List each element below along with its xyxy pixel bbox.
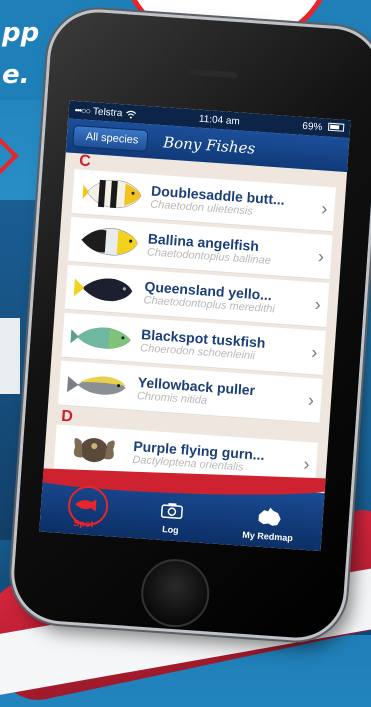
page-title: Bony Fishes	[162, 133, 256, 158]
phone-frame: •••○○ Telstra 11:04 am 69% All species B…	[11, 9, 371, 641]
chevron-right-icon: ›	[307, 389, 315, 410]
fish-thumbnail	[54, 426, 135, 471]
clock: 11:04 am	[198, 113, 241, 127]
item-text: Blackspot tuskfish Choerodon schoenleini…	[140, 326, 306, 365]
species-list: C Doublesaddle butt... Chaetodon ulieten…	[44, 152, 347, 488]
tuskfish-image	[70, 327, 131, 349]
tagline-line-2: e.	[2, 60, 30, 90]
tab-label: Log	[161, 524, 179, 536]
item-text: Purple flying gurn... Dactyloptena orien…	[132, 438, 298, 477]
wifi-icon	[126, 110, 136, 118]
earpiece-speaker	[189, 68, 238, 79]
tagline-line-1: pp	[2, 18, 40, 48]
arrow-icon	[0, 133, 19, 179]
angelfish-image	[81, 228, 138, 256]
app-screen: •••○○ Telstra 11:04 am 69% All species B…	[39, 100, 351, 552]
item-text: Ballina angelfish Chaetodontoplus ballin…	[147, 230, 313, 269]
butterflyfish-image	[82, 179, 142, 209]
fish-thumbnail	[68, 219, 149, 264]
flying-gurnard-image	[73, 437, 115, 463]
signal-icon: •••○○	[74, 104, 91, 117]
promo-tagline: pp e.	[2, 12, 39, 96]
carrier-name: Telstra	[92, 105, 123, 119]
fish-thumbnail	[62, 315, 143, 360]
tab-bar: Spot Log My Redmap	[39, 473, 325, 552]
item-text: Doublesaddle butt... Chaetodon ulietensi…	[150, 183, 316, 222]
chevron-right-icon: ›	[317, 245, 325, 267]
puller-image	[67, 376, 126, 395]
item-text: Queensland yello... Chaetodontoplus mere…	[143, 278, 309, 317]
chevron-right-icon: ›	[314, 293, 322, 315]
tab-log[interactable]: Log	[155, 499, 187, 536]
battery-icon	[327, 122, 345, 132]
australia-map-icon	[253, 505, 284, 529]
battery-status: 69%	[301, 120, 345, 134]
carrier-info: •••○○ Telstra	[74, 104, 136, 119]
yellowtail-angelfish-image	[73, 278, 133, 302]
camera-icon	[156, 499, 187, 523]
home-button[interactable]	[138, 556, 212, 630]
promo-sign	[0, 318, 20, 394]
chevron-right-icon: ›	[310, 341, 319, 362]
battery-percent: 69%	[301, 120, 323, 133]
chevron-right-icon: ›	[320, 197, 329, 219]
tab-spot[interactable]: Spot	[66, 484, 110, 530]
fish-thumbnail	[65, 267, 146, 312]
fish-thumbnail	[72, 171, 153, 216]
chevron-right-icon: ›	[302, 453, 311, 474]
fish-thumbnail	[58, 363, 139, 408]
tab-label: My Redmap	[242, 529, 294, 544]
back-button-all-species[interactable]: All species	[72, 124, 149, 153]
item-text: Yellowback puller Chromis nitida	[136, 374, 302, 413]
tab-my-redmap[interactable]: My Redmap	[242, 505, 295, 543]
